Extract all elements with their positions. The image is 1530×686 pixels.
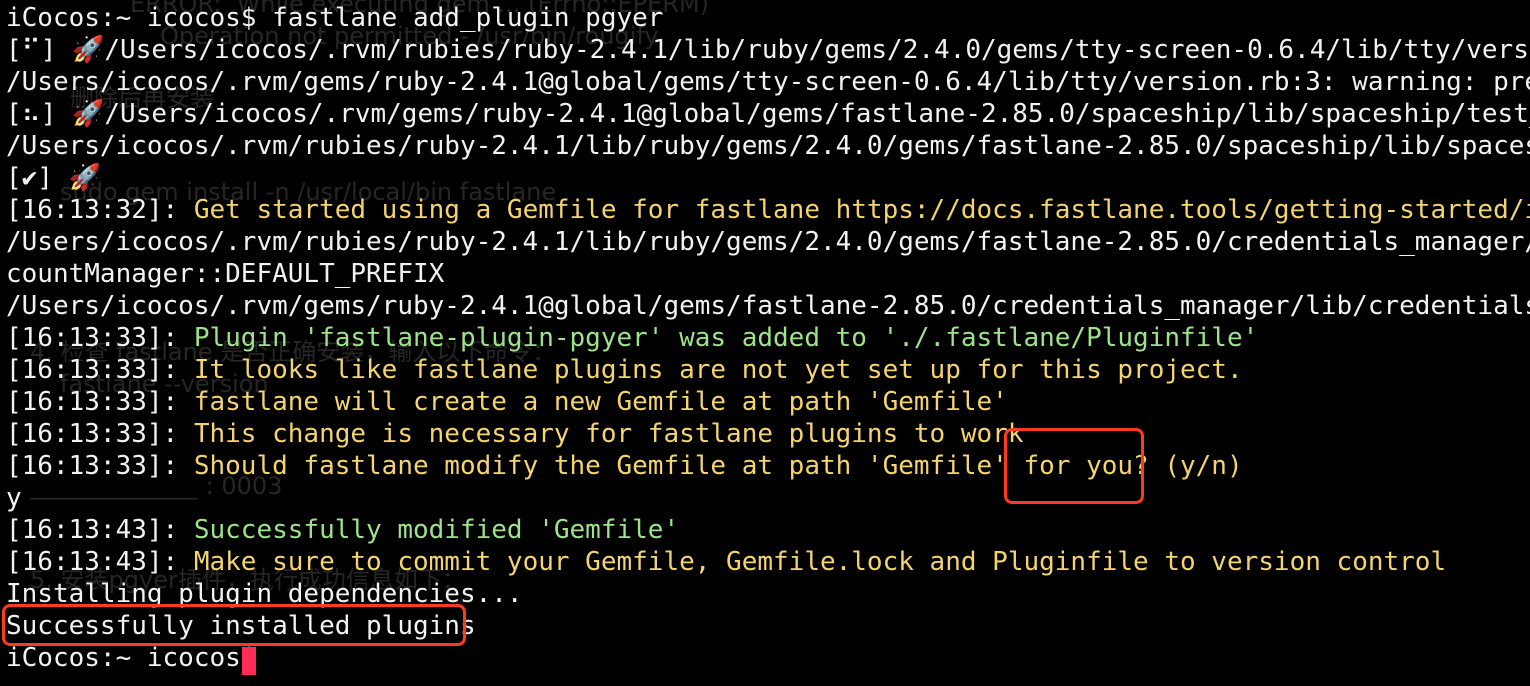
highlight-box-success xyxy=(2,604,466,646)
path-text: /Users/icocos/.rvm/rubies/ruby-2.4.1/lib… xyxy=(104,35,1530,65)
terminal-line: countManager::DEFAULT_PREFIX xyxy=(6,258,1530,290)
terminal-line: [16:13:43]: Successfully modified 'Gemfi… xyxy=(6,514,1530,546)
command-text: iCocos:~ icocos$ fastlane add_plugin pgy… xyxy=(6,3,664,33)
timestamp: [16:13:43]: xyxy=(6,515,194,545)
log-message: Make sure to commit your Gemfile, Gemfil… xyxy=(193,547,1447,577)
path-text: /Users/icocos/.rvm/gems/ruby-2.4.1@globa… xyxy=(104,99,1530,129)
terminal-line: [16:13:33]: This change is necessary for… xyxy=(6,418,1530,450)
path-text: /Users/icocos/.rvm/rubies/ruby-2.4.1/lib… xyxy=(6,131,1530,161)
highlight-box-yn xyxy=(1004,428,1144,504)
shell-prompt: iCocos:~ icocos$ xyxy=(6,643,273,673)
terminal-line: [⠦] 🚀/Users/icocos/.rvm/gems/ruby-2.4.1@… xyxy=(6,98,1530,130)
terminal-line-command: iCocos:~ icocos$ fastlane add_plugin pgy… xyxy=(6,2,1530,34)
terminal-line: /Users/icocos/.rvm/gems/ruby-2.4.1@globa… xyxy=(6,66,1530,98)
checkmark-icon: [✔] xyxy=(6,163,69,193)
terminal-line: y xyxy=(6,482,1530,514)
text-cursor xyxy=(242,647,256,675)
terminal-window[interactable]: ERROR: While executing gem ... (Errno::E… xyxy=(0,0,1530,686)
spinner-text: [⠋] xyxy=(6,35,73,65)
timestamp: [16:13:33]: xyxy=(6,323,194,353)
log-message: Plugin 'fastlane-plugin-pgyer' was added… xyxy=(193,323,1259,353)
log-message: This change is necessary for fastlane pl… xyxy=(193,419,1024,449)
path-text: /Users/icocos/.rvm/rubies/ruby-2.4.1/lib… xyxy=(6,227,1530,257)
user-answer: y xyxy=(6,483,22,513)
timestamp: [16:13:43]: xyxy=(6,547,194,577)
terminal-line: /Users/icocos/.rvm/rubies/ruby-2.4.1/lib… xyxy=(6,130,1530,162)
terminal-line: [16:13:33]: Plugin 'fastlane-plugin-pgye… xyxy=(6,322,1530,354)
path-text: /Users/icocos/.rvm/gems/ruby-2.4.1@globa… xyxy=(6,291,1530,321)
warning-text: /Users/icocos/.rvm/gems/ruby-2.4.1@globa… xyxy=(6,67,1530,97)
terminal-line: /Users/icocos/.rvm/rubies/ruby-2.4.1/lib… xyxy=(6,226,1530,258)
timestamp: [16:13:33]: xyxy=(6,355,194,385)
terminal-line-prompt: [16:13:33]: Should fastlane modify the G… xyxy=(6,450,1530,482)
timestamp: [16:13:32]: xyxy=(6,195,194,225)
timestamp: [16:13:33]: xyxy=(6,451,194,481)
timestamp: [16:13:33]: xyxy=(6,419,194,449)
log-message: Successfully modified 'Gemfile' xyxy=(193,515,680,545)
terminal-line: [16:13:33]: It looks like fastlane plugi… xyxy=(6,354,1530,386)
terminal-line: /Users/icocos/.rvm/gems/ruby-2.4.1@globa… xyxy=(6,290,1530,322)
timestamp: [16:13:33]: xyxy=(6,387,194,417)
terminal-line: [16:13:33]: fastlane will create a new G… xyxy=(6,386,1530,418)
log-message: fastlane will create a new Gemfile at pa… xyxy=(193,387,1008,417)
terminal-line: [16:13:43]: Make sure to commit your Gem… xyxy=(6,546,1530,578)
terminal-line: [16:13:32]: Get started using a Gemfile … xyxy=(6,194,1530,226)
spinner-text: [⠦] xyxy=(6,99,73,129)
terminal-line: [✔] 🚀 xyxy=(6,162,1530,194)
terminal-line-prompt[interactable]: iCocos:~ icocos$ xyxy=(6,642,1530,674)
rocket-icon: 🚀 xyxy=(72,35,105,65)
rocket-icon: 🚀 xyxy=(72,99,105,129)
log-message: countManager::DEFAULT_PREFIX xyxy=(6,259,445,289)
log-message: Get started using a Gemfile for fastlane… xyxy=(193,195,1530,225)
terminal-line: [⠋] 🚀/Users/icocos/.rvm/rubies/ruby-2.4.… xyxy=(6,34,1530,66)
log-message: It looks like fastlane plugins are not y… xyxy=(193,355,1243,385)
rocket-icon: 🚀 xyxy=(68,163,101,193)
